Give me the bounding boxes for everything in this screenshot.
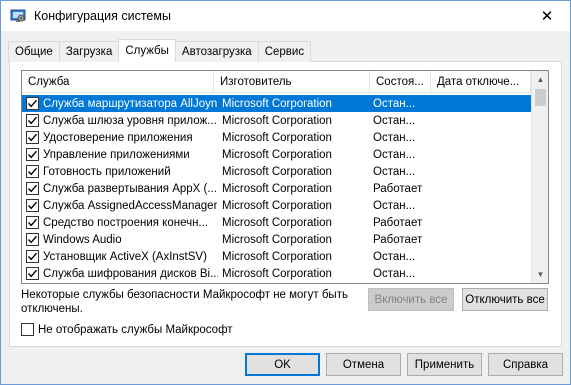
column-header-manufacturer[interactable]: Изготовитель (214, 71, 370, 93)
title-bar[interactable]: Конфигурация системы ✕ (1, 1, 570, 31)
service-manufacturer: Microsoft Corporation (222, 182, 332, 195)
table-row[interactable]: Средство построения конечн... Microsoft C… (22, 214, 531, 231)
service-status: Остан... (373, 148, 416, 161)
service-name-cell: Управление приложениями (22, 148, 218, 161)
apply-button[interactable]: Применить (407, 353, 482, 376)
service-checkbox[interactable] (26, 267, 39, 280)
service-name-cell: Удостоверение приложения (22, 131, 218, 144)
service-name-cell: Служба шифрования дисков Bi... (22, 267, 218, 280)
cancel-button[interactable]: Отмена (326, 353, 401, 376)
service-manufacturer: Microsoft Corporation (222, 267, 332, 280)
service-name-cell: Windows Audio (22, 233, 218, 246)
service-status: Остан... (373, 114, 416, 127)
table-row[interactable]: Служба AssignedAccessManager Microsoft Co… (22, 197, 531, 214)
column-header-disabled-date[interactable]: Дата отключе... (431, 71, 531, 93)
hide-microsoft-services-label: Не отображать службы Майкрософт (38, 323, 233, 336)
service-status: Остан... (373, 250, 416, 263)
service-checkbox[interactable] (26, 97, 39, 110)
service-name-cell: Служба развертывания AppX (... (22, 182, 218, 195)
vertical-scrollbar[interactable]: ▲ ▼ (531, 71, 548, 283)
service-name: Установщик ActiveX (AxInstSV) (43, 250, 207, 263)
service-name: Служба развертывания AppX (... (43, 182, 217, 195)
service-name: Готовность приложений (43, 165, 171, 178)
service-name: Служба шифрования дисков Bi... (43, 267, 218, 280)
hide-microsoft-services-checkbox[interactable] (21, 323, 34, 336)
service-manufacturer: Microsoft Corporation (222, 114, 332, 127)
service-status: Остан... (373, 165, 416, 178)
service-status: Работает (373, 233, 423, 246)
service-manufacturer: Microsoft Corporation (222, 131, 332, 144)
service-name: Удостоверение приложения (43, 131, 193, 144)
service-status: Остан... (373, 97, 416, 110)
close-button[interactable]: ✕ (524, 1, 570, 31)
service-name: Средство построения конечн... (43, 216, 209, 229)
system-configuration-window: Конфигурация системы ✕ Общие Загрузка Сл… (0, 0, 571, 385)
service-checkbox[interactable] (26, 216, 39, 229)
table-row[interactable]: Управление приложениями Microsoft Corpora… (22, 146, 531, 163)
service-name-cell: Средство построения конечн... (22, 216, 218, 229)
service-name-cell: Служба маршрутизатора AllJoyn (22, 97, 218, 110)
service-manufacturer: Microsoft Corporation (222, 233, 332, 246)
tab-services[interactable]: Службы (118, 39, 176, 62)
service-name: Windows Audio (43, 233, 122, 246)
service-checkbox[interactable] (26, 114, 39, 127)
service-rows: Служба маршрутизатора AllJoyn Microsoft C… (22, 95, 531, 282)
ok-button[interactable]: OK (245, 353, 320, 376)
service-manufacturer: Microsoft Corporation (222, 250, 332, 263)
service-status: Остан... (373, 199, 416, 212)
tab-startup[interactable]: Автозагрузка (174, 41, 259, 62)
service-manufacturer: Microsoft Corporation (222, 216, 332, 229)
service-name: Служба AssignedAccessManager (43, 199, 218, 212)
services-list[interactable]: Служба Изготовитель Состоя... Дата отклю… (21, 70, 549, 284)
service-status: Работает (373, 216, 423, 229)
service-checkbox[interactable] (26, 182, 39, 195)
help-button[interactable]: Справка (488, 353, 563, 376)
service-status: Остан... (373, 131, 416, 144)
service-name-cell: Служба шлюза уровня прилож... (22, 114, 218, 127)
tab-general[interactable]: Общие (8, 41, 60, 62)
table-row[interactable]: Служба шифрования дисков Bi... Microsoft … (22, 265, 531, 282)
scroll-down-arrow-icon[interactable]: ▼ (532, 266, 548, 283)
service-manufacturer: Microsoft Corporation (222, 199, 332, 212)
service-manufacturer: Microsoft Corporation (222, 165, 332, 178)
service-name-cell: Готовность приложений (22, 165, 218, 178)
service-checkbox[interactable] (26, 165, 39, 178)
service-name: Служба шлюза уровня прилож... (43, 114, 217, 127)
column-header-status[interactable]: Состоя... (370, 71, 431, 93)
scroll-up-arrow-icon[interactable]: ▲ (532, 71, 548, 88)
table-row[interactable]: Удостоверение приложения Microsoft Corpor… (22, 129, 531, 146)
service-checkbox[interactable] (26, 148, 39, 161)
tab-boot[interactable]: Загрузка (58, 41, 120, 62)
disable-all-button[interactable]: Отключить все (462, 288, 548, 311)
app-icon (10, 8, 26, 24)
window-title: Конфигурация системы (34, 9, 171, 23)
tab-tools[interactable]: Сервис (257, 41, 312, 62)
enable-all-button[interactable]: Включить все (368, 288, 454, 311)
tab-strip: Общие Загрузка Службы Автозагрузка Серви… (8, 39, 312, 62)
column-header-service[interactable]: Служба (22, 71, 214, 93)
scroll-thumb[interactable] (535, 89, 546, 106)
service-manufacturer: Microsoft Corporation (222, 97, 332, 110)
service-checkbox[interactable] (26, 233, 39, 246)
service-status: Работает (373, 182, 423, 195)
service-status: Остан... (373, 267, 416, 280)
service-checkbox[interactable] (26, 131, 39, 144)
table-row[interactable]: Служба развертывания AppX (... Microsoft … (22, 180, 531, 197)
service-name-cell: Установщик ActiveX (AxInstSV) (22, 250, 218, 263)
service-name-cell: Служба AssignedAccessManager (22, 199, 218, 212)
service-manufacturer: Microsoft Corporation (222, 148, 332, 161)
table-row[interactable]: Windows Audio Microsoft Corporation Работа… (22, 231, 531, 248)
service-checkbox[interactable] (26, 250, 39, 263)
security-services-note: Некоторые службы безопасности Майкрософт… (21, 289, 348, 315)
service-name: Управление приложениями (43, 148, 190, 161)
table-row[interactable]: Готовность приложений Microsoft Corporati… (22, 163, 531, 180)
table-row[interactable]: Служба шлюза уровня прилож... Microsoft C… (22, 112, 531, 129)
service-checkbox[interactable] (26, 199, 39, 212)
table-row[interactable]: Служба маршрутизатора AllJoyn Microsoft C… (22, 95, 531, 112)
table-row[interactable]: Установщик ActiveX (AxInstSV) Microsoft C… (22, 248, 531, 265)
service-name: Служба маршрутизатора AllJoyn (43, 97, 218, 110)
list-header: Служба Изготовитель Состоя... Дата отклю… (22, 71, 531, 93)
hide-microsoft-services-option[interactable]: Не отображать службы Майкрософт (21, 323, 233, 336)
